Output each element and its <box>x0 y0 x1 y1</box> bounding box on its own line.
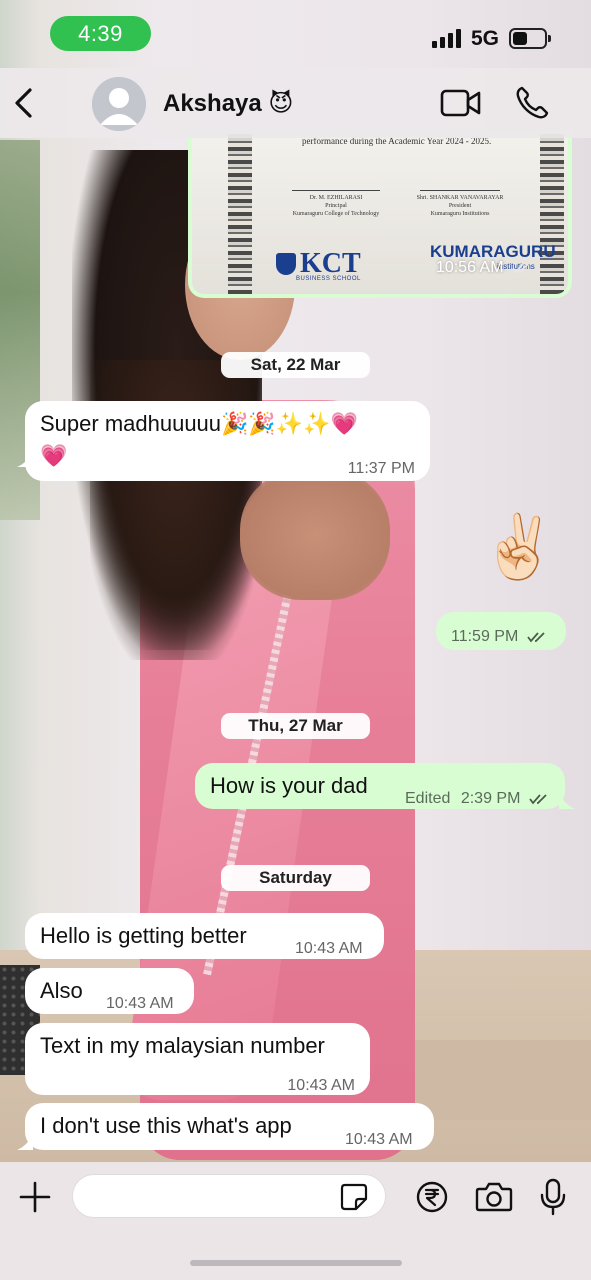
emoji-message[interactable]: ✌🏻 <box>480 510 557 586</box>
message-text-line-2: 💗 <box>40 443 68 468</box>
date-chip: Thu, 27 Mar <box>221 713 370 739</box>
message-text: Super madhuuuuu🎉🎉✨✨💗 <box>40 411 358 436</box>
avatar[interactable] <box>92 77 146 131</box>
message-time: 11:37 PM <box>347 460 415 477</box>
message-text: I don't use this what's app <box>40 1113 292 1138</box>
certificate-image: performance during the Academic Year 202… <box>192 134 568 294</box>
double-check-icon <box>527 632 545 643</box>
date-chip: Sat, 22 Mar <box>221 352 370 378</box>
contact-name[interactable]: Akshaya 😈 <box>163 89 293 118</box>
signatory-2: Shri. SHANKAR VANAVARAYAR President Kuma… <box>398 194 522 218</box>
message-input[interactable] <box>72 1174 386 1218</box>
payment-button[interactable] <box>416 1181 448 1213</box>
image-message[interactable]: performance during the Academic Year 202… <box>188 130 572 298</box>
voice-message-button[interactable] <box>540 1178 566 1216</box>
battery-icon <box>509 28 551 49</box>
default-avatar-icon <box>92 77 146 131</box>
message-text: How is your dad <box>210 773 368 798</box>
message-bubble-incoming[interactable]: Hello is getting better 10:43 AM <box>25 913 384 959</box>
kct-shield-icon <box>276 253 296 275</box>
message-time: 10:56 AM <box>436 259 532 277</box>
video-call-icon <box>440 89 481 117</box>
voice-call-button[interactable] <box>514 85 550 121</box>
rupee-icon <box>416 1181 448 1213</box>
chat-header: Akshaya 😈 <box>0 68 591 138</box>
message-bubble-incoming[interactable]: Also 10:43 AM <box>25 968 194 1014</box>
back-chevron-icon <box>15 88 32 118</box>
message-bubble-outgoing[interactable]: How is your dad Edited 2:39 PM <box>195 763 565 809</box>
message-bubble-incoming[interactable]: I don't use this what's app 10:43 AM <box>25 1103 434 1150</box>
back-button[interactable] <box>8 84 42 122</box>
message-text: Also <box>40 978 83 1003</box>
double-check-icon <box>512 263 529 274</box>
camera-button[interactable] <box>475 1181 513 1213</box>
message-meta: Edited 2:39 PM <box>405 784 551 814</box>
signal-strength-icon <box>432 28 464 48</box>
home-indicator[interactable] <box>190 1260 402 1266</box>
message-time-text: 2:39 PM <box>460 790 521 807</box>
message-time: 10:43 AM <box>106 995 174 1012</box>
signatory-2-title: President <box>448 203 472 209</box>
message-text: Hello is getting better <box>40 923 247 948</box>
camera-icon <box>475 1182 513 1212</box>
signatory-1: Dr. M. EZHILARASI Principal Kumaraguru C… <box>276 194 396 218</box>
certificate-border-right <box>540 134 564 294</box>
image-time-text: 10:56 AM <box>435 259 504 276</box>
message-time-text: 11:59 PM <box>451 628 519 645</box>
message-time: 11:59 PM <box>451 622 549 652</box>
signatory-1-org: Kumaraguru College of Technology <box>292 211 380 217</box>
sticker-icon <box>340 1183 368 1211</box>
double-check-icon <box>529 794 547 805</box>
network-type: 5G <box>471 27 500 50</box>
message-time: 10:43 AM <box>287 1077 355 1094</box>
certificate-border-left <box>228 134 252 294</box>
signature-line-2 <box>420 190 500 191</box>
signatory-1-title: Principal <box>325 203 347 209</box>
kct-logo-sub: BUSINESS SCHOOL <box>296 276 361 282</box>
signatory-2-org: Kumaraguru Institutions <box>430 211 490 217</box>
signatory-1-name: Dr. M. EZHILARASI <box>309 195 363 201</box>
message-text: Text in my malaysian number <box>40 1033 325 1058</box>
attach-button[interactable] <box>18 1180 52 1214</box>
message-bubble-incoming[interactable]: Text in my malaysian number 10:43 AM <box>25 1023 370 1095</box>
phone-icon <box>516 86 549 119</box>
edited-label: Edited <box>405 790 451 807</box>
message-time: 10:43 AM <box>295 940 363 957</box>
microphone-icon <box>540 1178 566 1216</box>
signature-line-1 <box>292 190 380 191</box>
status-time[interactable]: 4:39 <box>50 16 151 51</box>
date-chip: Saturday <box>221 865 370 891</box>
status-bar: 4:39 5G <box>0 0 591 68</box>
message-bubble-incoming[interactable]: Super madhuuuuu🎉🎉✨✨💗 💗 11:37 PM <box>25 401 430 481</box>
message-input-bar <box>0 1162 591 1280</box>
message-time: 10:43 AM <box>345 1131 413 1148</box>
plus-icon <box>19 1181 51 1213</box>
signatory-2-name: Shri. SHANKAR VANAVARAYAR <box>416 195 504 201</box>
message-list[interactable]: performance during the Academic Year 202… <box>0 130 591 1162</box>
message-bubble-outgoing[interactable]: 11:59 PM <box>436 612 566 650</box>
battery-level <box>513 32 527 45</box>
sticker-button[interactable] <box>340 1183 368 1211</box>
video-call-button[interactable] <box>440 88 482 118</box>
